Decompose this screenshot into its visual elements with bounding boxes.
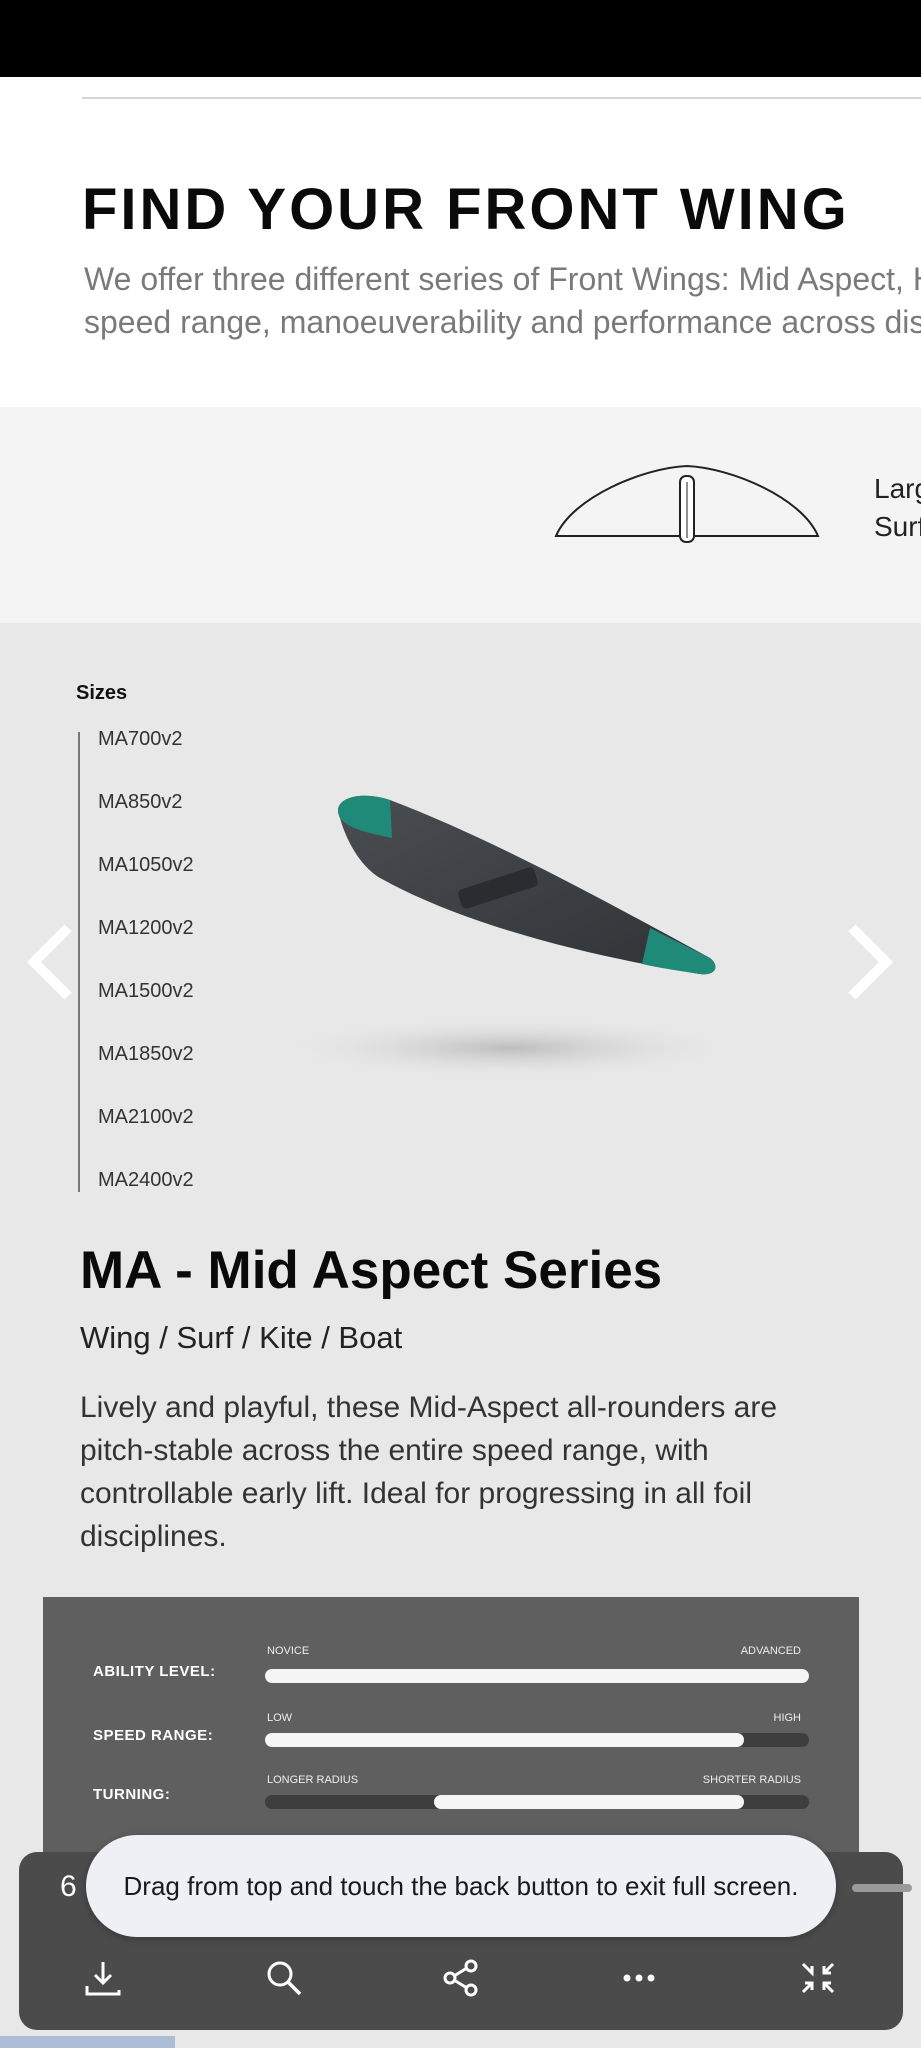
spec-min-label: LOW bbox=[267, 1712, 293, 1724]
spec-track bbox=[265, 1669, 809, 1683]
size-option[interactable]: MA2100v2 bbox=[98, 1105, 194, 1168]
search-icon bbox=[267, 1961, 302, 1996]
spec-min-label: LONGER RADIUS bbox=[267, 1774, 359, 1786]
spec-label: ABILITY LEVEL: bbox=[93, 1663, 216, 1680]
spec-fill bbox=[265, 1733, 744, 1747]
chevron-left-icon[interactable] bbox=[24, 920, 78, 1004]
spec-fill bbox=[265, 1669, 809, 1683]
spec-fill bbox=[433, 1795, 744, 1809]
download-button[interactable] bbox=[75, 1950, 131, 2006]
spec-max-label: ADVANCED bbox=[740, 1645, 801, 1657]
page-slider[interactable] bbox=[852, 1884, 912, 1892]
series-option-line-1: Large bbox=[874, 473, 921, 504]
size-option[interactable]: MA1200v2 bbox=[98, 916, 194, 979]
spec-label: SPEED RANGE: bbox=[93, 1727, 214, 1744]
intro-text: We offer three different series of Front… bbox=[84, 258, 921, 344]
more-options-button[interactable] bbox=[611, 1950, 667, 2006]
wing-outline-icon[interactable] bbox=[552, 458, 822, 546]
sizes-list: MA700v2 MA850v2 MA1050v2 MA1200v2 MA1500… bbox=[98, 727, 194, 1231]
size-option[interactable]: MA1500v2 bbox=[98, 979, 194, 1042]
status-bar bbox=[0, 0, 921, 77]
navigation-bar-edge bbox=[0, 2036, 175, 2048]
spec-max-label: SHORTER RADIUS bbox=[702, 1774, 801, 1786]
fullscreen-toast: Drag from top and touch the back button … bbox=[86, 1835, 836, 1937]
exit-fullscreen-icon bbox=[801, 1962, 835, 1994]
share-icon bbox=[443, 1959, 478, 1997]
page-number: 6 bbox=[60, 1870, 77, 1903]
size-option[interactable]: MA700v2 bbox=[98, 727, 194, 790]
more-icon bbox=[623, 1974, 655, 1982]
intro-line-2: speed range, manoeuverability and perfor… bbox=[84, 304, 921, 340]
sizes-divider bbox=[78, 732, 80, 1192]
spec-track bbox=[265, 1795, 809, 1809]
spec-label: TURNING: bbox=[93, 1786, 171, 1803]
spec-max-label: HIGH bbox=[773, 1712, 802, 1724]
series-description: Lively and playful, these Mid-Aspect all… bbox=[80, 1391, 778, 1553]
series-option-line-2: Surf bbox=[874, 511, 921, 542]
size-option[interactable]: MA850v2 bbox=[98, 790, 194, 853]
size-option[interactable]: MA2400v2 bbox=[98, 1168, 194, 1231]
size-option[interactable]: MA1050v2 bbox=[98, 853, 194, 916]
size-option[interactable]: MA1850v2 bbox=[98, 1042, 194, 1105]
share-button[interactable] bbox=[433, 1950, 489, 2006]
divider bbox=[82, 97, 921, 99]
search-button[interactable] bbox=[256, 1950, 312, 2006]
intro-line-1: We offer three different series of Front… bbox=[84, 261, 921, 297]
page-title: FIND YOUR FRONT WING bbox=[82, 177, 850, 242]
series-disciplines: Wing / Surf / Kite / Boat bbox=[80, 1320, 403, 1355]
series-option-label[interactable]: Large Surf bbox=[874, 470, 921, 546]
series-title: MA - Mid Aspect Series bbox=[80, 1241, 663, 1300]
sizes-heading: Sizes bbox=[76, 682, 128, 704]
download-icon bbox=[85, 1962, 121, 1996]
exit-fullscreen-button[interactable] bbox=[790, 1950, 846, 2006]
chevron-right-icon[interactable] bbox=[842, 920, 896, 1004]
front-wing-image bbox=[270, 795, 740, 1080]
spec-min-label: NOVICE bbox=[267, 1645, 310, 1657]
spec-track bbox=[265, 1733, 809, 1747]
